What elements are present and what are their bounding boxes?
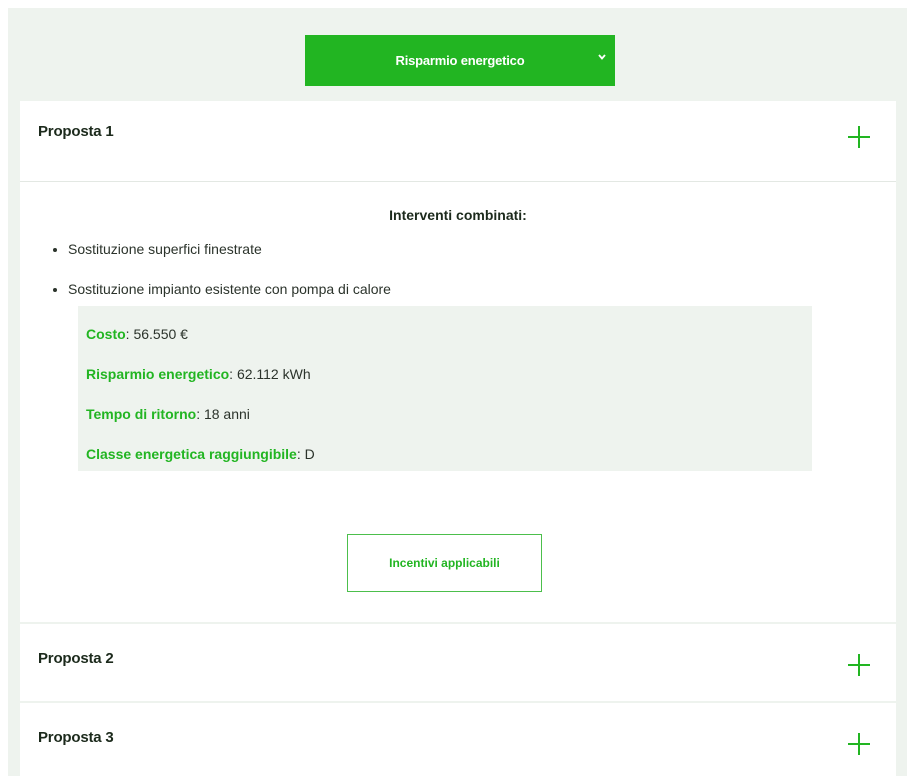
proposal-details-box: Costo: 56.550 € Risparmio energetico: 62… (78, 306, 812, 471)
detail-label: Risparmio energetico (86, 366, 230, 382)
proposal-2-header[interactable]: Proposta 2 (20, 624, 896, 701)
interventions-heading: Interventi combinati: (389, 207, 527, 223)
detail-separator: : (296, 446, 305, 462)
category-select-value: Risparmio energetico (395, 53, 525, 68)
incentives-button-label: Incentivi applicabili (389, 556, 500, 570)
proposal-1-header[interactable]: Proposta 1 (20, 101, 896, 181)
proposal-panel-3: Proposta 3 (20, 703, 896, 776)
incentives-button[interactable]: Incentivi applicabili (347, 534, 542, 592)
detail-value: D (304, 446, 315, 462)
proposal-panel-2: Proposta 2 (20, 624, 896, 701)
plus-icon[interactable] (847, 125, 871, 149)
detail-energy-saving: Risparmio energetico: 62.112 kWh (86, 366, 311, 382)
chevron-down-icon (598, 54, 606, 60)
detail-label: Classe energetica raggiungibile (86, 446, 297, 462)
proposal-panel-1: Proposta 1 Interventi combinati: Sostitu… (20, 101, 896, 622)
proposal-3-header[interactable]: Proposta 3 (20, 703, 896, 776)
detail-separator: : (229, 366, 237, 382)
detail-cost: Costo: 56.550 € (86, 326, 188, 342)
panel-divider (20, 181, 896, 182)
detail-value: 62.112 kWh (236, 366, 311, 382)
proposals-container: Risparmio energetico Proposta 1 Interven… (8, 8, 907, 776)
detail-label: Costo (86, 326, 126, 342)
detail-payback-time: Tempo di ritorno: 18 anni (86, 406, 250, 422)
detail-label: Tempo di ritorno (86, 406, 197, 422)
detail-separator: : (196, 406, 204, 422)
intervention-item: Sostituzione superfici finestrate (68, 239, 391, 279)
plus-icon[interactable] (847, 653, 871, 677)
detail-value: 18 anni (203, 406, 250, 422)
proposal-2-title: Proposta 2 (38, 650, 114, 667)
plus-icon[interactable] (847, 732, 871, 756)
proposal-3-title: Proposta 3 (38, 729, 114, 746)
detail-value: 56.550 € (133, 326, 188, 342)
proposal-1-title: Proposta 1 (38, 123, 114, 140)
category-select[interactable]: Risparmio energetico (305, 35, 615, 86)
detail-energy-class: Classe energetica raggiungibile: D (86, 446, 315, 462)
